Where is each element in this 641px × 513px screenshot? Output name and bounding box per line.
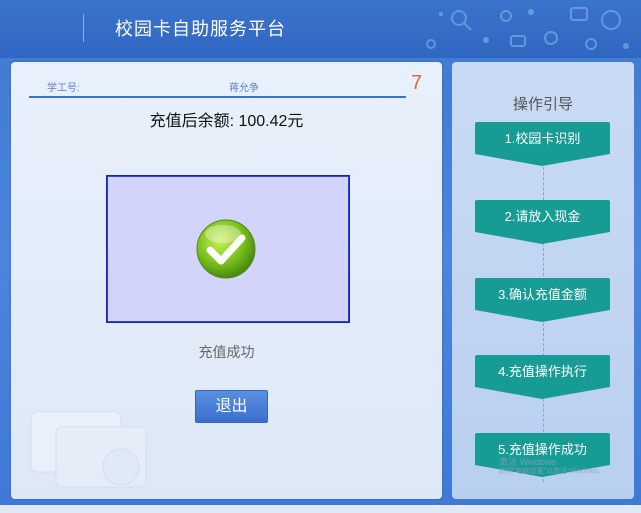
guide-step-1: 1.校园卡识别 (474, 120, 611, 172)
watermark-line-2: 转到"电脑设置"以激活 Windows。 (499, 468, 605, 475)
guide-step-2: 2.请放入现金 (474, 198, 611, 250)
success-display (106, 175, 350, 323)
countdown-timer: 7 (411, 72, 423, 94)
decorative-icon-pattern (426, 7, 629, 50)
guide-step-3: 3.确认充值金额 (474, 276, 611, 328)
info-underline (29, 96, 406, 98)
watermark-line-1: 激活 Windows (499, 457, 557, 467)
student-info-row: 学工号: 蒋允争 (29, 76, 406, 98)
student-id-label: 学工号: (47, 83, 80, 94)
student-name: 蒋允争 (229, 83, 259, 94)
guide-step-label: 1.校园卡识别 (504, 131, 581, 146)
exit-button[interactable]: 退出 (195, 390, 268, 423)
header-decoration-icons (411, 0, 641, 58)
bottom-strip (0, 505, 641, 513)
guide-step-label: 3.确认充值金额 (498, 287, 587, 302)
success-message: 充值成功 (198, 344, 255, 360)
app-header: 校园卡自助服务平台 (0, 0, 641, 58)
guide-step-label: 5.充值操作成功 (498, 442, 587, 457)
guide-title: 操作引导 (512, 96, 573, 113)
guide-step-label: 4.充值操作执行 (498, 364, 587, 379)
header-divider (83, 14, 84, 42)
main-panel: 学工号: 蒋允争 7 充值后余额: 100.42元 充值成功 退出 (11, 62, 442, 499)
card-illustration (30, 411, 147, 488)
balance-after-recharge: 充值后余额: 100.42元 (149, 113, 304, 130)
guide-step-4: 4.充值操作执行 (474, 353, 611, 405)
app-title: 校园卡自助服务平台 (115, 19, 286, 39)
windows-activation-watermark: 激活 Windows 转到"电脑设置"以激活 Windows。 (499, 457, 604, 477)
operation-guide-panel: 操作引导 1.校园卡识别 2.请放入现金 3.确认充值金额 4.充值操作执行 5… (452, 62, 634, 499)
guide-step-label: 2.请放入现金 (504, 209, 581, 224)
success-check-icon (196, 219, 256, 279)
